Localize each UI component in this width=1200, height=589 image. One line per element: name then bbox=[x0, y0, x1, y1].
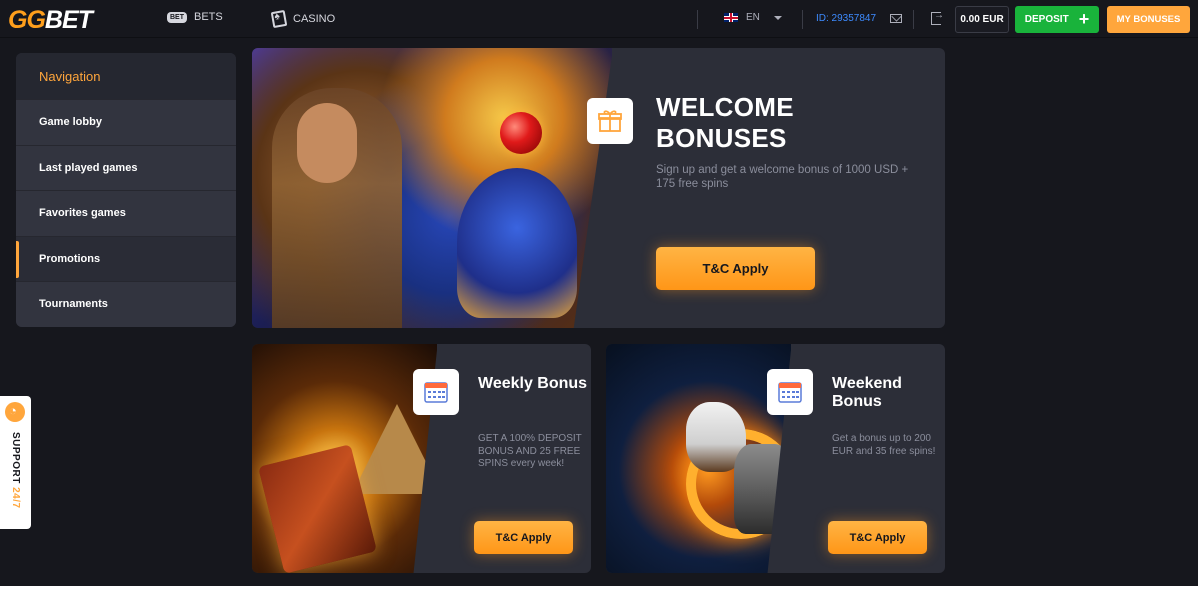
weekend-tc-apply-button[interactable]: T&C Apply bbox=[828, 521, 927, 554]
nav-bets[interactable]: BET BETS bbox=[167, 11, 223, 23]
sidebar-item-tournaments[interactable]: Tournaments bbox=[16, 281, 236, 327]
weekly-bonus-description: GET A 100% DEPOSIT BONUS AND 25 FREE SPI… bbox=[478, 433, 582, 469]
top-header: GGBET BET BETS CASINO EN ID: 29357847 0.… bbox=[0, 0, 1198, 38]
weekly-bonus-card: Weekly Bonus GET A 100% DEPOSIT BONUS AN… bbox=[252, 344, 591, 573]
sidebar-item-favorites-games[interactable]: Favorites games bbox=[16, 190, 236, 236]
plus-icon: + bbox=[1078, 8, 1090, 29]
divider bbox=[697, 10, 698, 29]
weekly-bonus-title: Weekly Bonus bbox=[478, 375, 588, 392]
balance-display[interactable]: 0.00 EUR bbox=[955, 6, 1009, 33]
chevron-down-icon bbox=[773, 15, 782, 20]
envelope-icon[interactable] bbox=[890, 14, 902, 23]
divider bbox=[913, 10, 914, 29]
my-bonuses-button[interactable]: MY BONUSES bbox=[1107, 6, 1190, 33]
weekend-illustration bbox=[606, 344, 791, 573]
nav-casino[interactable]: CASINO bbox=[270, 9, 336, 29]
sidebar-item-promotions[interactable]: Promotions bbox=[16, 235, 236, 281]
ggbet-logo[interactable]: GGBET bbox=[8, 6, 93, 35]
logout-icon[interactable] bbox=[931, 10, 944, 25]
hero-description: Sign up and get a welcome bonus of 1000 … bbox=[656, 164, 909, 190]
headset-icon bbox=[5, 402, 25, 422]
language-selector[interactable]: EN bbox=[724, 12, 782, 23]
navigation-sidebar: Navigation Game lobby Last played games … bbox=[16, 53, 236, 327]
deposit-button[interactable]: DEPOSIT + bbox=[1015, 6, 1099, 33]
support-label: SUPPORT 24/7 bbox=[10, 432, 21, 509]
weekend-bonus-description: Get a bonus up to 200 EUR and 35 free sp… bbox=[832, 433, 936, 457]
app-window: GGBET BET BETS CASINO EN ID: 29357847 0.… bbox=[0, 0, 1198, 586]
uk-flag-icon bbox=[724, 13, 738, 22]
bet-chip-icon: BET bbox=[167, 11, 187, 23]
divider bbox=[802, 10, 803, 29]
tc-apply-button[interactable]: T&C Apply bbox=[656, 247, 815, 290]
scarab-bird-figure bbox=[457, 168, 577, 318]
playing-card-icon bbox=[270, 9, 288, 29]
calendar-icon bbox=[413, 369, 459, 415]
wolf-figure bbox=[734, 444, 791, 534]
gift-icon bbox=[587, 98, 633, 144]
deposit-label: DEPOSIT bbox=[1024, 14, 1069, 25]
hero-illustration bbox=[252, 48, 612, 328]
weekend-bonus-card: Weekend Bonus Get a bonus up to 200 EUR … bbox=[606, 344, 945, 573]
pyramid-figure bbox=[352, 404, 437, 494]
weekly-illustration bbox=[252, 344, 437, 573]
user-id[interactable]: ID: 29357847 bbox=[816, 13, 876, 24]
nav-casino-label: CASINO bbox=[293, 13, 336, 25]
weekly-tc-apply-button[interactable]: T&C Apply bbox=[474, 521, 573, 554]
red-gem bbox=[500, 112, 542, 154]
welcome-bonus-banner: WELCOME BONUSES Sign up and get a welcom… bbox=[252, 48, 945, 328]
language-label: EN bbox=[746, 12, 760, 23]
weekend-bonus-title: Weekend Bonus bbox=[832, 375, 902, 410]
hero-title: WELCOME BONUSES bbox=[656, 92, 794, 153]
calendar-icon bbox=[767, 369, 813, 415]
sidebar-title: Navigation bbox=[16, 53, 236, 99]
nav-bets-label: BETS bbox=[194, 11, 223, 23]
sidebar-item-last-played-games[interactable]: Last played games bbox=[16, 144, 236, 190]
explorer-face bbox=[297, 103, 357, 183]
support-tab[interactable]: SUPPORT 24/7 bbox=[0, 396, 31, 529]
sidebar-item-game-lobby[interactable]: Game lobby bbox=[16, 99, 236, 145]
